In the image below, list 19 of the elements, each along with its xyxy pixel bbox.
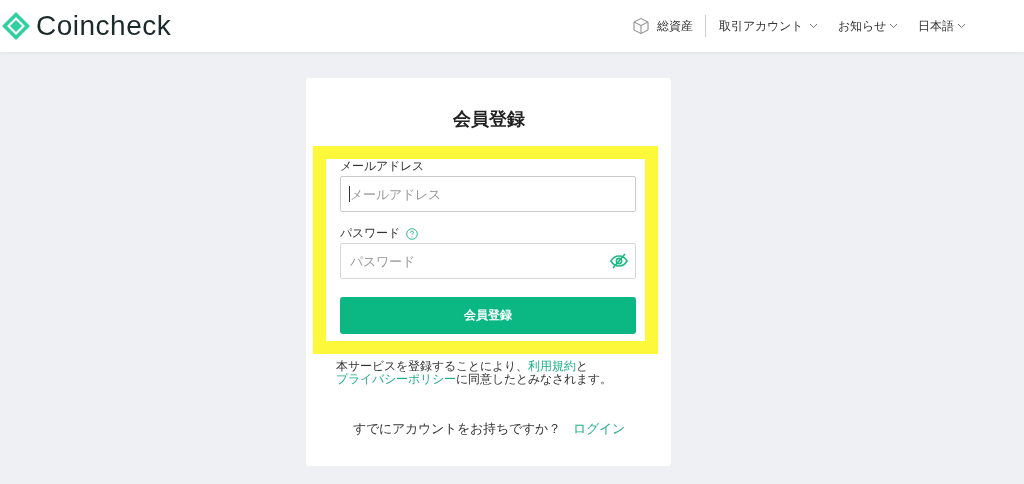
terms-text: 本サービスを登録することにより、利用規約 と プライバシーポリシーに同意したとみなされます。 bbox=[336, 360, 613, 386]
chevron-down-icon bbox=[889, 23, 898, 29]
field-label: パスワード bbox=[340, 225, 400, 242]
input-field[interactable]: メールアドレス bbox=[340, 176, 636, 212]
input-field[interactable]: パスワード bbox=[340, 243, 636, 279]
nav-link[interactable]: お知らせ bbox=[838, 17, 898, 35]
chevron-down-icon bbox=[809, 23, 818, 29]
chevron-down-icon bbox=[957, 23, 966, 29]
nav-link[interactable]: 総資産 bbox=[632, 17, 693, 35]
nav-link[interactable]: 日本語 bbox=[918, 17, 966, 35]
cube-icon bbox=[632, 17, 650, 35]
form-title: 会員登録 bbox=[451, 108, 526, 130]
login-prompt: すでにアカウントをお持ちですか？ bbox=[352, 420, 561, 438]
nav-link[interactable]: 取引アカウント bbox=[719, 17, 818, 35]
field-label: メールアドレス bbox=[340, 158, 424, 175]
help-icon[interactable] bbox=[406, 227, 418, 240]
logo-text[interactable]: Coincheck bbox=[36, 10, 172, 42]
eye-slash-icon[interactable] bbox=[610, 253, 628, 269]
logo-icon bbox=[2, 12, 30, 40]
